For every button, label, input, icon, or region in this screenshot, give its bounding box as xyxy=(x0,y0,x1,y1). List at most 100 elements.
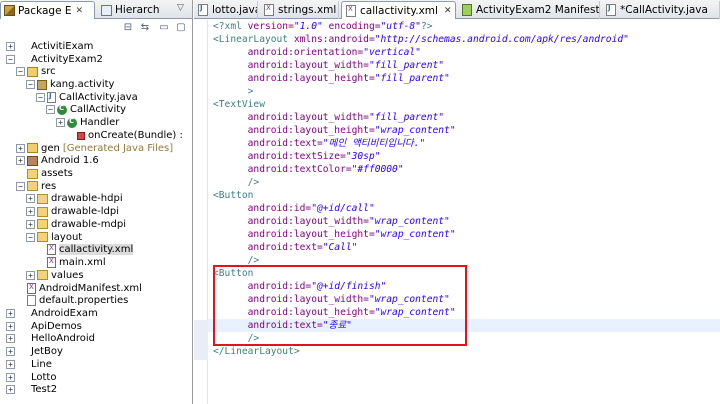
tree-item[interactable]: main.xml xyxy=(36,256,106,269)
expand-icon[interactable]: + xyxy=(16,143,25,153)
tree-item[interactable]: − src xyxy=(16,65,56,78)
code-line: /> xyxy=(213,254,260,267)
tree-item[interactable]: − CallActivity xyxy=(46,104,126,117)
expand-icon[interactable]: + xyxy=(6,347,15,357)
code-line: android:layout_width="wrap_content" xyxy=(213,215,450,228)
minimize-icon[interactable]: ▭ xyxy=(158,22,170,34)
expand-icon[interactable]: + xyxy=(6,385,15,395)
tree-item[interactable]: + AndroidExam xyxy=(6,307,98,320)
tree-item[interactable]: − CallActivity.java xyxy=(36,91,138,104)
expand-icon[interactable]: + xyxy=(6,308,15,318)
tree-item[interactable]: + Lotto xyxy=(6,371,56,384)
tree-item[interactable]: − res xyxy=(16,180,56,193)
editor-tab[interactable]: callactivity.xml ✕ xyxy=(341,1,456,19)
editor-tab[interactable]: strings.xml xyxy=(260,1,339,19)
code-token: xmlns:android= xyxy=(293,34,375,45)
code-line: android:textSize="30sp" xyxy=(213,150,381,163)
package-explorer-panel: Package E ✕ Hierarchy ▽ ⊟ ⇆ ▭ ▢ + Activit… xyxy=(0,0,193,404)
tree-item[interactable]: + Line xyxy=(6,358,52,371)
code-token: android:layout_width= xyxy=(247,216,369,227)
code-token: "wrap_content" xyxy=(374,307,456,318)
tree-item[interactable]: + Handler xyxy=(56,116,119,129)
expand-icon[interactable]: + xyxy=(16,156,25,166)
tab-package-explorer[interactable]: Package E ✕ xyxy=(0,1,95,19)
tab-hierarchy[interactable]: Hierarchy xyxy=(98,1,160,19)
expand-icon[interactable]: + xyxy=(26,194,35,204)
code-line: <?xml version="1.0" encoding="utf-8"?> xyxy=(213,20,433,33)
tree-item[interactable]: − kang.activity xyxy=(26,78,114,91)
left-toolbar: ⊟ ⇆ ▭ ▢ xyxy=(0,19,192,38)
collapse-icon[interactable]: − xyxy=(26,232,35,242)
expand-icon[interactable]: + xyxy=(6,359,15,369)
editor-tab[interactable]: lotto.java xyxy=(194,1,258,19)
expand-icon[interactable]: + xyxy=(6,41,15,51)
expand-icon[interactable]: + xyxy=(6,334,15,344)
code-token: android:id= xyxy=(247,281,312,292)
collapse-icon[interactable]: − xyxy=(6,54,15,64)
tree-item[interactable]: default.properties xyxy=(16,294,128,307)
tree-item[interactable]: callactivity.xml xyxy=(36,244,134,257)
tree-item[interactable]: + JetBoy xyxy=(6,345,63,358)
expand-icon[interactable]: + xyxy=(6,372,15,382)
collapse-icon[interactable]: − xyxy=(26,80,35,89)
code-line: android:layout_width="fill_parent" xyxy=(213,111,444,124)
code-line: android:id="@+id/call" xyxy=(213,202,375,215)
tree-item[interactable]: onCreate(Bundle) : xyxy=(66,129,183,142)
tree-item[interactable]: + Test2 xyxy=(6,383,57,396)
editor-tab[interactable]: ActivityExam2 Manifest xyxy=(458,1,600,19)
tree-item[interactable]: + drawable-ldpi xyxy=(26,205,119,218)
close-icon[interactable]: ✕ xyxy=(444,6,452,16)
editor-tab[interactable]: *CallActivity.java xyxy=(602,1,720,19)
left-tab-bar: Package E ✕ Hierarchy ▽ xyxy=(0,0,192,19)
tree-item[interactable]: assets xyxy=(16,167,73,180)
tree-item-label: drawable-ldpi xyxy=(51,206,120,218)
code-token: <LinearLayout xyxy=(213,34,294,45)
code-token: android:layout_height= xyxy=(247,307,375,318)
tree-item[interactable]: − ActivityExam2 xyxy=(6,53,103,66)
link-with-editor-icon[interactable]: ⇆ xyxy=(139,22,151,34)
code-token: android:orientation= xyxy=(247,47,364,58)
collapse-icon[interactable]: − xyxy=(46,105,55,115)
tree-item[interactable]: + HelloAndroid xyxy=(6,333,95,346)
tree-item[interactable]: + ActivitiExam xyxy=(6,40,93,53)
tree-item-label: Android 1.6 xyxy=(41,155,99,167)
tree-item[interactable]: + drawable-hdpi xyxy=(26,193,123,206)
tree-item[interactable]: + ApiDemos xyxy=(6,320,82,333)
file-icon xyxy=(27,295,36,307)
code-token: /> xyxy=(247,177,260,188)
editor-tab-label: lotto.java xyxy=(212,4,258,16)
code-line: android:id="@+id/finish" xyxy=(213,280,387,293)
expand-icon[interactable]: + xyxy=(26,207,35,217)
chevron-down-icon[interactable]: ▽ xyxy=(177,3,184,13)
tree-item[interactable]: + values xyxy=(26,269,84,282)
tree-item[interactable]: AndroidManifest.xml xyxy=(16,282,142,295)
expand-icon[interactable]: + xyxy=(56,118,65,128)
collapse-icon[interactable]: − xyxy=(16,181,25,191)
collapse-icon[interactable]: − xyxy=(36,92,45,102)
code-token: android:text= xyxy=(247,242,323,253)
tab-label: Package E xyxy=(18,4,72,17)
code-token: "wrap_content" xyxy=(368,294,450,305)
collapse-all-icon[interactable]: ⊟ xyxy=(122,22,134,34)
collapse-icon[interactable]: − xyxy=(16,67,25,77)
expand-icon[interactable]: + xyxy=(26,219,35,229)
tree-item[interactable]: + gen [Generated Java Files] xyxy=(16,142,173,155)
expand-icon[interactable]: + xyxy=(26,270,35,280)
xml-editor[interactable]: <?xml version="1.0" encoding="utf-8"?> <L… xyxy=(208,20,720,404)
tree-item[interactable]: + drawable-mdpi xyxy=(26,218,126,231)
tree-item[interactable]: + Android 1.6 xyxy=(16,154,99,167)
close-icon[interactable]: ✕ xyxy=(76,6,84,16)
tree-item-label: main.xml xyxy=(59,257,106,269)
maximize-icon[interactable]: ▢ xyxy=(175,22,187,34)
expand-icon[interactable]: + xyxy=(6,321,15,331)
tree-item-label: kang.activity xyxy=(50,79,115,90)
tree-item[interactable]: − layout xyxy=(26,231,82,244)
tree-item-label: Lotto xyxy=(31,371,57,383)
